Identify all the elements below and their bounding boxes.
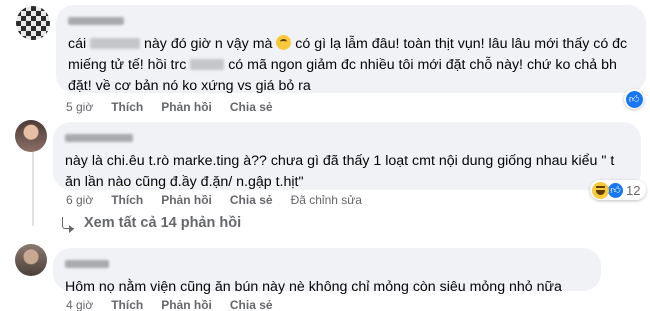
commenter-avatar[interactable] [15, 120, 47, 152]
redacted-name [190, 59, 225, 70]
thread-line [32, 152, 34, 226]
comment-text: Hôm nọ nằm viện cũng ăn bún này nè không… [65, 279, 562, 295]
timestamp[interactable]: 5 giờ [66, 100, 93, 114]
comment-bubble: này là chi.êu t.rò marke.ting à?? chưa g… [53, 122, 641, 190]
comment-text: cái này đó giờ n vậy mà có gì lạ lẫm đâu… [68, 35, 628, 94]
like-icon: 👍︎ [625, 90, 643, 108]
timestamp[interactable]: 6 giờ [66, 193, 93, 207]
comment-bubble: cái này đó giờ n vậy mà có gì lạ lẫm đâu… [56, 5, 646, 94]
redacted-name [90, 38, 141, 49]
view-replies-link[interactable]: Xem tất cả 14 phản hồi [62, 215, 242, 233]
commenter-name-redacted[interactable] [65, 134, 133, 142]
timestamp[interactable]: 4 giờ [66, 298, 93, 311]
like-button[interactable]: Thích [111, 193, 143, 207]
like-button[interactable]: Thích [111, 100, 143, 114]
view-replies-label: Xem tất cả 14 phản hồi [84, 215, 242, 231]
commenter-name-redacted[interactable] [65, 260, 109, 268]
commenter-avatar[interactable] [16, 6, 50, 40]
laughing-emoji-icon [276, 35, 292, 50]
comment-bubble: Hôm nọ nằm viện cũng ăn bún này nè không… [53, 248, 601, 295]
haha-icon [592, 181, 609, 199]
edited-label: Đã chỉnh sửa [290, 193, 362, 207]
like-icon: 👍︎ [607, 181, 624, 199]
comment-actions: 5 giờ Thích Phản hồi Chia sẻ [66, 100, 273, 114]
comment-text: này là chi.êu t.rò marke.ting à?? chưa g… [65, 153, 615, 190]
share-button[interactable]: Chia sẻ [230, 193, 273, 207]
reply-button[interactable]: Phản hồi [161, 193, 212, 207]
reply-button[interactable]: Phản hồi [161, 298, 212, 311]
comment-actions: 4 giờ Thích Phản hồi Chia sẻ [66, 298, 273, 311]
commenter-name-redacted[interactable] [68, 17, 124, 25]
reaction-count: 12 [626, 182, 641, 198]
commenter-avatar[interactable] [15, 244, 47, 276]
reaction-summary[interactable]: 👍︎ 12 [590, 180, 647, 200]
reply-arrow-icon [62, 217, 74, 233]
comment-actions: 6 giờ Thích Phản hồi Chia sẻ Đã chỉnh sử… [66, 193, 362, 207]
reply-button[interactable]: Phản hồi [161, 100, 212, 114]
share-button[interactable]: Chia sẻ [230, 298, 273, 311]
share-button[interactable]: Chia sẻ [230, 100, 273, 114]
reaction-summary[interactable]: 👍︎ [624, 89, 644, 109]
like-button[interactable]: Thích [111, 298, 143, 311]
